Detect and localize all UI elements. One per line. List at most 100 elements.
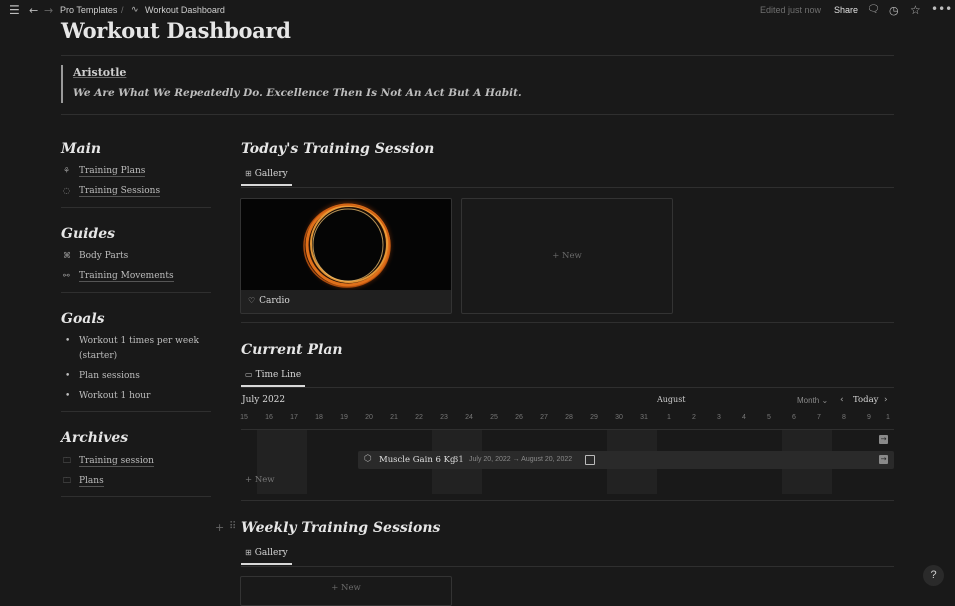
timeline-day-label: 25 bbox=[490, 414, 498, 421]
star-icon[interactable]: ☆ bbox=[910, 3, 921, 17]
timeline-day-label: 30 bbox=[615, 414, 623, 421]
timeline-day-label: 26 bbox=[515, 414, 523, 421]
timeline-tab-label: Time Line bbox=[255, 370, 302, 380]
card-title-label: Cardio bbox=[259, 296, 290, 306]
timeline-day-label: 24 bbox=[465, 414, 473, 421]
comment-icon[interactable]: 🗨 bbox=[867, 4, 880, 15]
timeline-day-label: 9 bbox=[867, 414, 871, 421]
forward-arrow-icon[interactable]: → bbox=[44, 4, 53, 17]
goal-item: Workout 1 times per week (starter) bbox=[65, 334, 199, 364]
goals-heading: Goals bbox=[61, 311, 105, 327]
training-movements-link[interactable]: ⚯ Training Movements bbox=[63, 271, 174, 282]
timeline-day-label: 16 bbox=[265, 414, 273, 421]
timeline-day-label: 28 bbox=[565, 414, 573, 421]
gallery-icon: ⊞ bbox=[245, 169, 252, 178]
folder-icon: 🗀 bbox=[63, 476, 71, 485]
timeline-day-label: 1 bbox=[667, 414, 671, 421]
add-block-icon[interactable]: + bbox=[215, 521, 224, 534]
quote-text: We Are What We Repeatedly Do. Excellence… bbox=[73, 87, 522, 99]
training-plans-label: Training Plans bbox=[79, 166, 146, 177]
item-number: 31 bbox=[453, 455, 464, 465]
timeline-day-label: 15 bbox=[240, 414, 248, 421]
training-movements-label: Training Movements bbox=[79, 271, 174, 282]
menu-icon[interactable]: ☰ bbox=[9, 3, 20, 17]
divider bbox=[61, 411, 211, 412]
chevron-left-icon[interactable]: ‹ bbox=[840, 395, 844, 405]
new-card-button[interactable]: + New bbox=[461, 198, 673, 314]
timeline-day-label: 5 bbox=[767, 414, 771, 421]
card-title: ♡ Cardio bbox=[248, 296, 290, 306]
gallery-tab-label: Gallery bbox=[254, 548, 288, 558]
training-sessions-link[interactable]: ◌ Training Sessions bbox=[63, 186, 161, 197]
timeline-day-label: 17 bbox=[290, 414, 298, 421]
training-session-archive-link[interactable]: 🗀 Training session bbox=[63, 455, 154, 469]
cube-icon: ⬡ bbox=[364, 454, 372, 464]
current-plan-heading: Current Plan bbox=[241, 342, 343, 358]
timeline-day-label: 1 bbox=[886, 414, 890, 421]
chevron-down-icon: ⌄ bbox=[821, 396, 829, 405]
divider bbox=[61, 55, 894, 56]
plans-archive-link[interactable]: 🗀 Plans bbox=[63, 475, 104, 489]
breadcrumb-parent[interactable]: Pro Templates bbox=[60, 5, 117, 15]
gallery-icon: ⊞ bbox=[245, 548, 252, 557]
back-arrow-icon[interactable]: ← bbox=[29, 4, 38, 17]
activity-icon: ∿ bbox=[131, 5, 139, 15]
divider bbox=[241, 500, 894, 501]
help-button[interactable]: ? bbox=[923, 565, 944, 586]
timeline-item-bar[interactable]: ⬡ Muscle Gain 6 Kg 31 July 20, 2022 → Au… bbox=[358, 451, 894, 469]
body-parts-link[interactable]: ⌘ Body Parts bbox=[63, 251, 128, 261]
new-card-label: + New bbox=[552, 251, 582, 261]
new-card-button[interactable]: + New bbox=[240, 576, 452, 606]
training-plans-link[interactable]: ⚘ Training Plans bbox=[63, 166, 146, 177]
weekly-sessions-heading: Weekly Training Sessions bbox=[241, 520, 441, 536]
sprout-icon: ⚘ bbox=[63, 166, 71, 175]
edited-status: Edited just now bbox=[760, 5, 822, 15]
timeline-scale-dropdown[interactable]: Month ⌄ bbox=[797, 396, 828, 405]
card-cover-image bbox=[241, 199, 451, 290]
more-icon[interactable]: ••• bbox=[931, 2, 952, 16]
drag-handle-icon[interactable]: ⠿ bbox=[229, 521, 236, 532]
divider bbox=[241, 322, 894, 323]
chevron-right-icon[interactable]: › bbox=[884, 395, 888, 405]
open-item-icon[interactable]: → bbox=[879, 435, 888, 444]
breadcrumb-current[interactable]: Workout Dashboard bbox=[145, 5, 225, 15]
share-button[interactable]: Share bbox=[834, 5, 858, 15]
new-card-label: + New bbox=[331, 583, 361, 593]
clock-icon[interactable]: ◷ bbox=[889, 4, 899, 17]
timeline-day-label: 8 bbox=[842, 414, 846, 421]
fire-ring-icon bbox=[300, 199, 396, 290]
folder-icon: 🗀 bbox=[63, 456, 71, 465]
timeline-day-label: 27 bbox=[540, 414, 548, 421]
timeline-day-label: 6 bbox=[792, 414, 796, 421]
gallery-view-tab[interactable]: ⊞ Gallery bbox=[241, 548, 292, 565]
timeline-day-label: 18 bbox=[315, 414, 323, 421]
breadcrumb-separator: / bbox=[121, 5, 124, 15]
goal-item: Workout 1 hour bbox=[65, 389, 150, 404]
timeline-day-label: 3 bbox=[717, 414, 721, 421]
quote-bar bbox=[61, 65, 63, 103]
open-item-icon[interactable]: → bbox=[879, 455, 888, 464]
speech-icon: ◌ bbox=[63, 186, 70, 195]
timeline-day-label: 7 bbox=[817, 414, 821, 421]
training-sessions-label: Training Sessions bbox=[79, 186, 161, 197]
scale-label: Month bbox=[797, 396, 820, 405]
item-dates: July 20, 2022 → August 20, 2022 bbox=[469, 456, 573, 463]
gallery-view-tab[interactable]: ⊞ Gallery bbox=[241, 169, 292, 186]
main-heading: Main bbox=[61, 141, 102, 157]
timeline-day-label: 21 bbox=[390, 414, 398, 421]
gallery-tab-label: Gallery bbox=[254, 169, 288, 179]
divider bbox=[61, 207, 211, 208]
timeline-view-tab[interactable]: ▭ Time Line bbox=[241, 370, 306, 387]
divider bbox=[241, 566, 894, 567]
movement-icon: ⚯ bbox=[63, 271, 70, 280]
item-checkbox[interactable] bbox=[585, 455, 595, 465]
timeline-day-label: 2 bbox=[692, 414, 696, 421]
gallery-card-cardio[interactable]: ♡ Cardio bbox=[240, 198, 452, 314]
timeline-new-button[interactable]: + New bbox=[245, 475, 275, 485]
today-button[interactable]: Today bbox=[853, 395, 878, 405]
timeline-day-label: 20 bbox=[365, 414, 373, 421]
timeline-icon: ▭ bbox=[245, 370, 253, 379]
body-parts-label: Body Parts bbox=[79, 251, 129, 261]
quote-author[interactable]: Aristotle bbox=[73, 66, 126, 79]
divider bbox=[61, 496, 211, 497]
